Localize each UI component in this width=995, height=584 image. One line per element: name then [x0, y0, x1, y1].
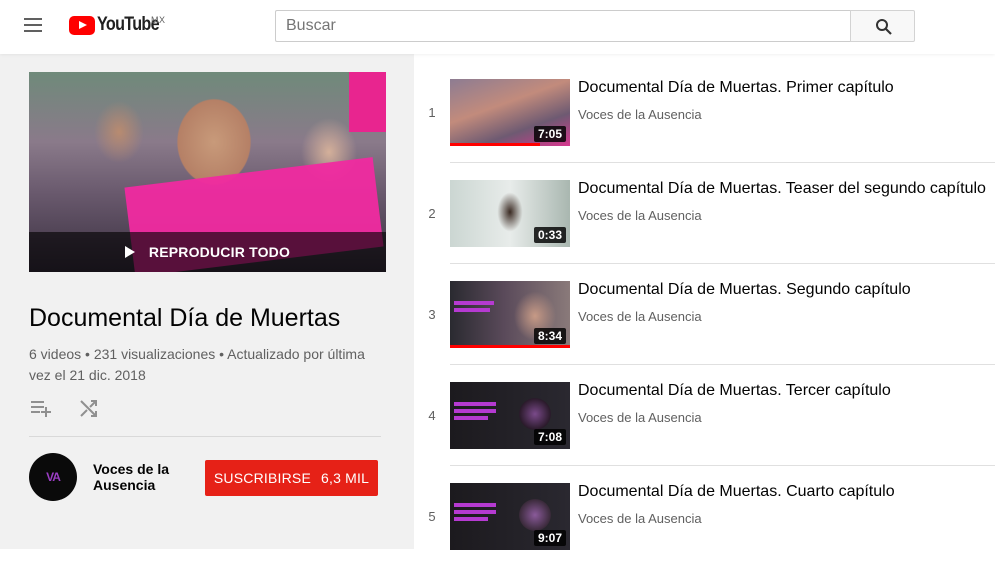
- play-all-label: REPRODUCIR TODO: [148, 244, 291, 260]
- divider: [29, 436, 381, 437]
- video-channel[interactable]: Voces de la Ausencia: [578, 511, 702, 526]
- video-duration: 7:05: [533, 126, 566, 142]
- subscriber-count: 6,3 MIL: [321, 470, 370, 486]
- video-title[interactable]: Documental Día de Muertas. Cuarto capítu…: [578, 483, 993, 501]
- video-title[interactable]: Documental Día de Muertas. Primer capítu…: [578, 79, 993, 97]
- country-code: MX: [151, 15, 166, 25]
- avatar-text: VA: [46, 470, 61, 484]
- video-duration: 8:34: [533, 328, 566, 344]
- video-index: 5: [428, 509, 436, 524]
- thumbnail-caption-bar: [454, 402, 496, 406]
- playlist-actions: [29, 396, 125, 420]
- search-input[interactable]: [275, 10, 851, 42]
- add-to-queue-icon[interactable]: [29, 396, 53, 420]
- video-duration: 7:08: [533, 429, 566, 445]
- thumbnail-caption-bar: [454, 416, 488, 420]
- play-icon: [124, 246, 135, 258]
- video-title[interactable]: Documental Día de Muertas. Tercer capítu…: [578, 382, 993, 400]
- row-divider: [450, 465, 995, 466]
- playlist-title: Documental Día de Muertas: [29, 304, 341, 332]
- thumbnail-caption-bar: [454, 517, 488, 521]
- subscribe-label: SUSCRIBIRSE: [213, 470, 312, 486]
- video-index: 1: [428, 105, 436, 120]
- watch-progress: [450, 345, 570, 348]
- video-index: 3: [428, 307, 436, 322]
- row-divider: [450, 263, 995, 264]
- thumbnail-caption-bar: [454, 503, 496, 507]
- thumbnail-caption-bar: [454, 510, 496, 514]
- video-channel[interactable]: Voces de la Ausencia: [578, 107, 702, 122]
- youtube-logo-icon: [69, 15, 95, 35]
- channel-name[interactable]: Voces de la Ausencia: [93, 461, 193, 493]
- list-item[interactable]: 3 8:34 Documental Día de Muertas. Segund…: [414, 281, 995, 382]
- video-thumbnail[interactable]: 9:07: [450, 483, 570, 550]
- list-item[interactable]: 1 7:05 Documental Día de Muertas. Primer…: [414, 79, 995, 180]
- playlist-sidebar: REPRODUCIR TODO Documental Día de Muerta…: [0, 54, 414, 549]
- search-icon: [876, 19, 892, 35]
- video-duration: 0:33: [533, 227, 566, 243]
- video-channel[interactable]: Voces de la Ausencia: [578, 410, 702, 425]
- video-duration: 9:07: [533, 530, 566, 546]
- list-item[interactable]: 2 0:33 Documental Día de Muertas. Teaser…: [414, 180, 995, 281]
- shuffle-icon[interactable]: [77, 396, 101, 420]
- playlist-video-list: 1 7:05 Documental Día de Muertas. Primer…: [414, 54, 995, 550]
- row-divider: [450, 162, 995, 163]
- video-title[interactable]: Documental Día de Muertas. Teaser del se…: [578, 180, 993, 198]
- thumbnail-caption-bar: [454, 308, 490, 312]
- watch-progress: [450, 143, 540, 146]
- top-bar: YouTube MX: [0, 0, 995, 54]
- video-thumbnail[interactable]: 8:34: [450, 281, 570, 348]
- play-all-button[interactable]: REPRODUCIR TODO: [29, 232, 386, 272]
- video-index: 2: [428, 206, 436, 221]
- channel-avatar[interactable]: VA: [29, 453, 77, 501]
- list-item[interactable]: 5 9:07 Documental Día de Muertas. Cuarto…: [414, 483, 995, 584]
- video-index: 4: [428, 408, 436, 423]
- thumbnail-caption-bar: [454, 301, 494, 305]
- hero-banner-shape: [349, 72, 386, 132]
- video-thumbnail[interactable]: 7:08: [450, 382, 570, 449]
- playlist-thumbnail[interactable]: REPRODUCIR TODO: [29, 72, 386, 272]
- row-divider: [450, 364, 995, 365]
- search-button[interactable]: [850, 10, 915, 42]
- thumbnail-caption-bar: [454, 409, 496, 413]
- list-item[interactable]: 4 7:08 Documental Día de Muertas. Tercer…: [414, 382, 995, 483]
- menu-icon[interactable]: [24, 18, 42, 32]
- subscribe-button[interactable]: SUSCRIBIRSE 6,3 MIL: [205, 460, 378, 496]
- video-channel[interactable]: Voces de la Ausencia: [578, 309, 702, 324]
- playlist-stats: 6 videos • 231 visualizaciones • Actuali…: [29, 346, 365, 383]
- video-thumbnail[interactable]: 7:05: [450, 79, 570, 146]
- video-channel[interactable]: Voces de la Ausencia: [578, 208, 702, 223]
- video-thumbnail[interactable]: 0:33: [450, 180, 570, 247]
- logo-text: YouTube: [97, 14, 160, 35]
- video-title[interactable]: Documental Día de Muertas. Segundo capít…: [578, 281, 993, 299]
